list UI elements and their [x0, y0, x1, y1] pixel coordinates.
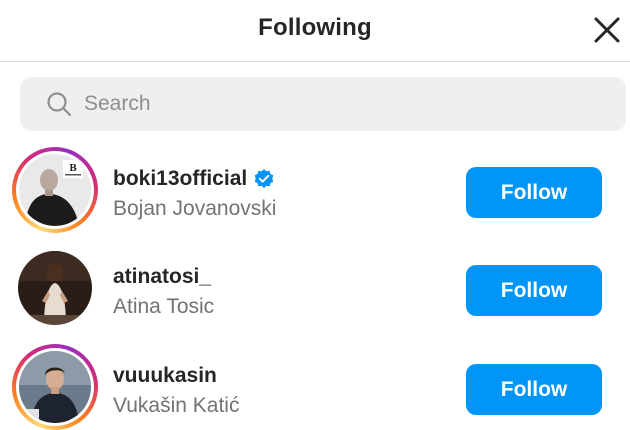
search-icon — [47, 92, 72, 117]
full-name: Vukašin Katić — [113, 394, 240, 417]
follow-button[interactable]: Follow — [466, 167, 602, 218]
full-name: Bojan Jovanovski — [113, 197, 277, 220]
avatar-frame — [12, 245, 98, 331]
follow-button[interactable]: Follow — [466, 265, 602, 316]
username[interactable]: boki13official — [113, 167, 247, 191]
close-button[interactable] — [590, 13, 624, 47]
story-ring[interactable] — [12, 344, 98, 430]
avatar-photo — [19, 351, 91, 423]
list-item[interactable]: B boki13official Bojan Jovanovski Follow — [0, 145, 630, 241]
follow-button[interactable]: Follow — [466, 364, 602, 415]
list-item[interactable]: atinatosi_ Atina Tosic Follow — [0, 243, 630, 339]
close-icon — [594, 17, 620, 43]
dialog-title: Following — [258, 14, 372, 41]
avatar-frame: B — [16, 151, 94, 229]
username-line: boki13official — [113, 167, 275, 191]
svg-text:B: B — [69, 164, 77, 174]
username[interactable]: vuuukasin — [113, 364, 217, 388]
avatar-frame — [16, 348, 94, 426]
list-item[interactable]: vuuukasin Vukašin Katić Follow — [0, 342, 630, 430]
full-name: Atina Tosic — [113, 295, 215, 318]
username-line: atinatosi_ — [113, 265, 211, 289]
avatar-photo — [18, 251, 92, 325]
username-line: vuuukasin — [113, 364, 217, 388]
username[interactable]: atinatosi_ — [113, 265, 211, 289]
avatar-photo: B — [19, 154, 91, 226]
avatar-container[interactable] — [12, 245, 98, 331]
avatar — [19, 351, 91, 423]
avatar — [18, 251, 92, 325]
following-dialog: Following B — [0, 0, 630, 430]
verified-badge-icon — [254, 169, 274, 188]
dialog-header: Following — [0, 0, 630, 62]
story-ring[interactable]: B — [12, 147, 98, 233]
search-box[interactable] — [20, 77, 626, 131]
search-input[interactable] — [84, 77, 604, 131]
avatar: B — [19, 154, 91, 226]
